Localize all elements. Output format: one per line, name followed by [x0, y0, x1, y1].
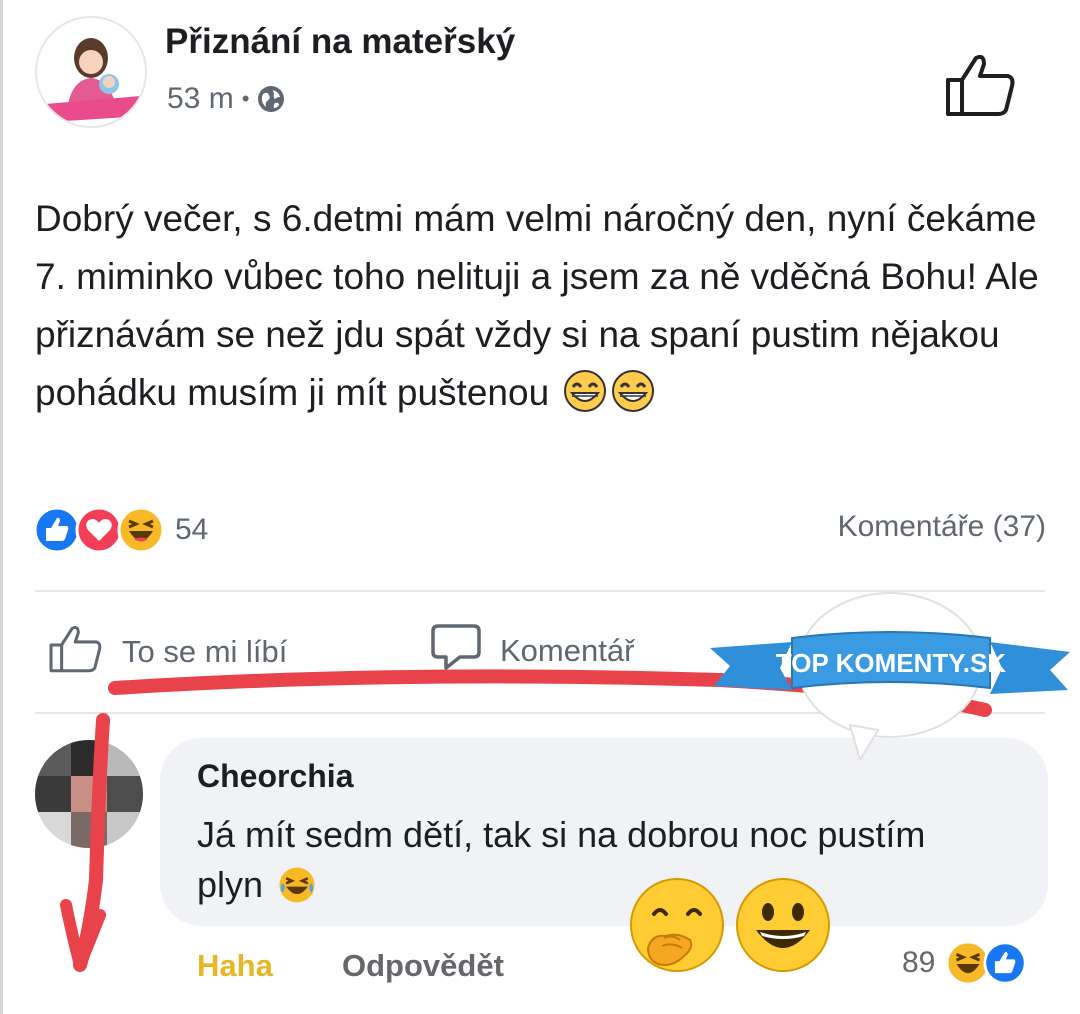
comment-reply-button[interactable]: Odpovědět	[342, 948, 504, 984]
haha-reaction-icon	[117, 506, 165, 554]
post-text: Dobrý večer, s 6.detmi mám velmi náročný…	[35, 190, 1055, 422]
comment-haha-button[interactable]: Haha	[197, 948, 273, 984]
post-meta: 53 m •	[167, 82, 285, 116]
badge-text: TOP KOMENTY.SK	[776, 648, 1006, 678]
post-body: Dobrý večer, s 6.detmi mám velmi náročný…	[35, 198, 1039, 413]
like-button[interactable]: To se mi líbí	[48, 622, 287, 682]
post-time[interactable]: 53 m	[167, 82, 234, 116]
thumbs-up-icon	[48, 622, 122, 682]
comment-author[interactable]: Cheorchia	[197, 758, 353, 795]
like-reaction-icon	[33, 506, 81, 554]
smiling-emoji-icon	[734, 876, 832, 974]
comment-label: Komentář	[500, 633, 635, 668]
top-komenty-badge: TOP KOMENTY.SK	[700, 590, 1080, 763]
comment-reaction-count: 89	[902, 946, 936, 979]
globe-icon	[257, 85, 285, 113]
reaction-summary[interactable]: 54	[33, 506, 208, 554]
grinning-emoji-icon	[563, 369, 607, 413]
love-reaction-icon	[75, 506, 123, 554]
like-reaction-icon	[983, 941, 1027, 985]
reaction-count: 54	[175, 513, 209, 546]
comment-reaction-summary[interactable]: 89	[902, 940, 1027, 986]
comment-button[interactable]: Komentář	[430, 622, 634, 680]
meta-separator: •	[241, 86, 250, 111]
page-avatar[interactable]	[35, 16, 147, 128]
laughing-emoji-icon	[277, 865, 317, 905]
comment-icon	[430, 622, 500, 680]
left-edge	[0, 0, 3, 1014]
commenter-avatar[interactable]	[35, 740, 143, 848]
thumbs-up-icon[interactable]	[944, 50, 1018, 118]
hand-over-mouth-emoji-icon	[628, 876, 726, 974]
page-name[interactable]: Přiznání na mateřský	[165, 22, 515, 62]
grinning-emoji-icon	[611, 369, 655, 413]
comment-text: Já mít sedm dětí, tak si na dobrou noc p…	[197, 810, 997, 910]
like-label: To se mi líbí	[122, 634, 288, 669]
comments-count-link[interactable]: Komentáře (37)	[838, 510, 1046, 544]
